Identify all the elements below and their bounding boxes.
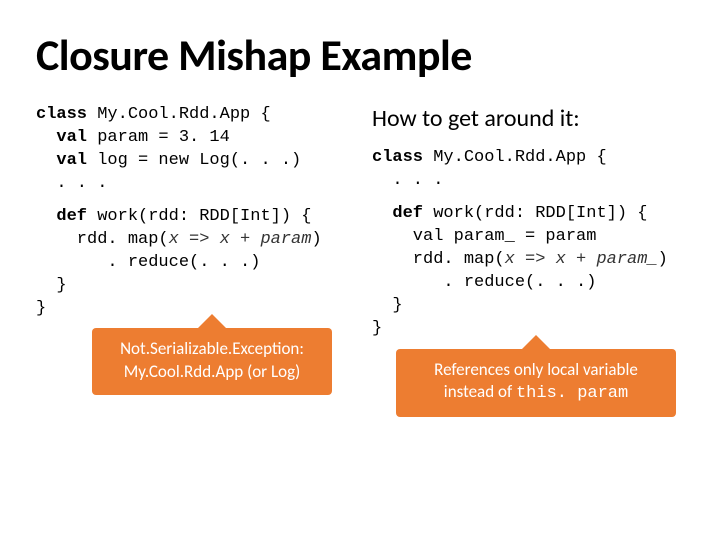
code-text: . . . — [372, 171, 443, 190]
code-text: . reduce(. . .) — [372, 273, 596, 292]
slide: Closure Mishap Example class My.Cool.Rdd… — [0, 0, 720, 445]
keyword-def: def — [36, 207, 87, 226]
code-text: My.Cool.Rdd.App { — [87, 105, 271, 124]
code-text: rdd. map( — [372, 250, 505, 269]
slide-title: Closure Mishap Example — [36, 28, 684, 82]
lambda-arg: x => x + param — [169, 230, 312, 249]
code-block-right-2: def work(rdd: RDD[Int]) { val param_ = p… — [372, 203, 684, 341]
callout-right: References only local variable instead o… — [396, 349, 676, 417]
right-subhead: How to get around it: — [372, 104, 684, 133]
code-text: } — [36, 299, 46, 318]
code-text: work(rdd: RDD[Int]) { — [423, 204, 647, 223]
code-text: } — [372, 296, 403, 315]
code-text: ) — [311, 230, 321, 249]
code-text: work(rdd: RDD[Int]) { — [87, 207, 311, 226]
code-text: param = 3. 14 — [87, 128, 230, 147]
right-column: How to get around it: class My.Cool.Rdd.… — [372, 104, 684, 417]
code-text: log = new Log(. . .) — [87, 151, 301, 170]
callout-left: Not.Serializable.Exception: My.Cool.Rdd.… — [92, 328, 332, 394]
callout-line: References only local variable — [408, 359, 664, 381]
code-text: ) — [658, 250, 668, 269]
keyword-val: val — [36, 151, 87, 170]
columns: class My.Cool.Rdd.App { val param = 3. 1… — [36, 104, 684, 417]
keyword-def: def — [372, 204, 423, 223]
code-text: rdd. map( — [36, 230, 169, 249]
code-text: My.Cool.Rdd.App { — [423, 148, 607, 167]
left-column: class My.Cool.Rdd.App { val param = 3. 1… — [36, 104, 348, 417]
callout-line: Not.Serializable.Exception: — [104, 338, 320, 360]
code-text: } — [36, 276, 67, 295]
code-text: val param_ = param — [372, 227, 596, 246]
code-text: . reduce(. . .) — [36, 253, 260, 272]
callout-line: My.Cool.Rdd.App (or Log) — [104, 361, 320, 383]
code-block-left-2: def work(rdd: RDD[Int]) { rdd. map(x => … — [36, 206, 348, 321]
keyword-val: val — [36, 128, 87, 147]
code-block-left-1: class My.Cool.Rdd.App { val param = 3. 1… — [36, 104, 348, 196]
code-text: . . . — [36, 174, 107, 193]
callout-code: this. param — [516, 384, 628, 403]
keyword-class: class — [36, 105, 87, 124]
keyword-class: class — [372, 148, 423, 167]
callout-line: instead of this. param — [408, 381, 664, 405]
lambda-arg: x => x + param_ — [505, 250, 658, 269]
code-text: } — [372, 319, 382, 338]
code-block-right-1: class My.Cool.Rdd.App { . . . — [372, 147, 684, 193]
callout-text: instead of — [444, 381, 516, 402]
